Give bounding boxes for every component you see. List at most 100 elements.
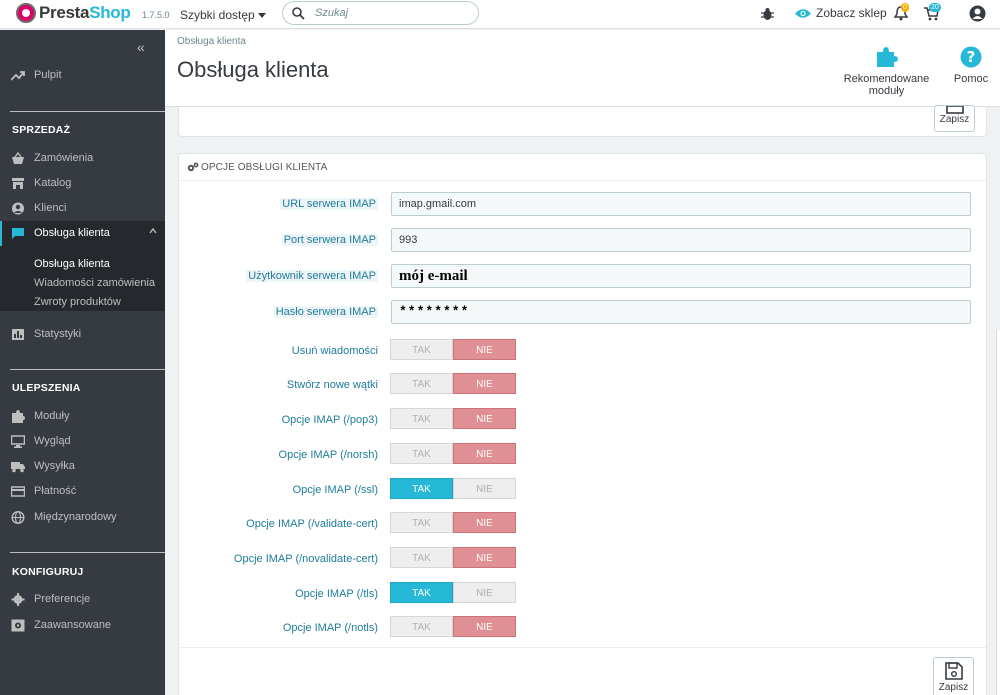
sidebar-item-label: Preferencje bbox=[34, 593, 91, 605]
help-button[interactable]: ? Pomoc bbox=[953, 46, 989, 85]
collapse-sidebar-icon[interactable]: « bbox=[137, 39, 145, 55]
credit-card-icon bbox=[11, 486, 25, 497]
sidebar-item-label: Wysyłka bbox=[34, 460, 75, 472]
create-threads-switch[interactable]: TAK NIE bbox=[390, 373, 517, 394]
help-icon: ? bbox=[960, 46, 982, 68]
switch-no-option[interactable]: NIE bbox=[453, 373, 516, 394]
sidebar-item-orders[interactable]: Zamówienia bbox=[0, 146, 165, 171]
imap-pop3-switch[interactable]: TAK NIE bbox=[390, 408, 517, 429]
quick-access-dropdown[interactable]: Szybki dostęp bbox=[180, 8, 266, 22]
imap-url-input[interactable]: imap.gmail.com bbox=[391, 192, 971, 216]
puzzle-icon bbox=[876, 47, 898, 67]
user-account-icon[interactable] bbox=[969, 5, 986, 22]
previous-panel-footer: Zapisz bbox=[178, 105, 987, 137]
switch-yes-option[interactable]: TAK bbox=[390, 373, 453, 394]
caret-down-icon bbox=[257, 13, 266, 19]
switch-yes-option[interactable]: TAK bbox=[390, 547, 453, 568]
field-label: Użytkownik serwera IMAP bbox=[246, 270, 378, 282]
search-box[interactable] bbox=[282, 1, 479, 25]
imap-user-input[interactable]: mój e-mail bbox=[391, 264, 971, 288]
sidebar-item-international[interactable]: Międzynarodowy bbox=[0, 505, 165, 530]
search-input[interactable] bbox=[315, 5, 465, 21]
switch-no-option[interactable]: NIE bbox=[453, 547, 516, 568]
submenu-item-customer-service[interactable]: Obsługa klienta bbox=[34, 258, 110, 270]
sidebar-item-shipping[interactable]: Wysyłka bbox=[0, 454, 165, 479]
switch-yes-option[interactable]: TAK bbox=[390, 478, 453, 499]
submenu-item-order-messages[interactable]: Wiadomości zamówienia bbox=[34, 277, 155, 289]
imap-validate-cert-switch[interactable]: TAK NIE bbox=[390, 512, 517, 533]
switch-no-option[interactable]: NIE bbox=[453, 443, 516, 464]
bar-chart-icon bbox=[12, 329, 24, 340]
store-icon bbox=[12, 178, 24, 189]
switch-no-option[interactable]: NIE bbox=[453, 408, 516, 429]
truck-icon bbox=[11, 462, 25, 473]
notifications-badge: 0 bbox=[901, 3, 909, 12]
imap-password-input[interactable]: ******** bbox=[391, 300, 971, 324]
cogs-icon bbox=[187, 162, 199, 172]
imap-port-input[interactable]: 993 bbox=[391, 228, 971, 252]
switch-label: Opcje IMAP (/norsh) bbox=[278, 449, 378, 461]
switch-yes-option[interactable]: TAK bbox=[390, 339, 453, 360]
save-button[interactable]: Zapisz bbox=[933, 657, 974, 695]
delete-messages-switch[interactable]: TAK NIE bbox=[390, 339, 517, 360]
sidebar-item-label: Pulpit bbox=[34, 69, 62, 81]
account-circle-icon bbox=[12, 202, 24, 215]
submenu-item-merchandise-returns[interactable]: Zwroty produktów bbox=[34, 296, 121, 308]
switch-yes-option[interactable]: TAK bbox=[390, 408, 453, 429]
sidebar-item-customer-service[interactable]: Obsługa klienta bbox=[0, 221, 165, 246]
sidebar-item-design[interactable]: Wygląd bbox=[0, 429, 165, 454]
submenu-customer-service: Obsługa klienta Wiadomości zamówienia Zw… bbox=[0, 246, 165, 311]
form-row-imap-validate-cert: Opcje IMAP (/validate-cert) TAK NIE bbox=[179, 512, 986, 536]
quick-access-label: Szybki dostęp bbox=[180, 8, 255, 22]
debug-bug-icon[interactable] bbox=[761, 7, 774, 21]
form-row-imap-norsh: Opcje IMAP (/norsh) TAK NIE bbox=[179, 443, 986, 467]
sidebar-item-dashboard[interactable]: Pulpit bbox=[0, 63, 165, 88]
sidebar-item-advanced[interactable]: Zaawansowane bbox=[0, 613, 165, 638]
sidebar-item-modules[interactable]: Moduły bbox=[0, 404, 165, 429]
section-heading-improve: ULEPSZENIA bbox=[12, 382, 81, 394]
sidebar-item-label: Klienci bbox=[34, 202, 67, 214]
section-heading-sell: SPRZEDAŻ bbox=[12, 124, 71, 136]
sidebar-item-preferences[interactable]: Preferencje bbox=[0, 587, 165, 612]
switch-no-option[interactable]: NIE bbox=[453, 582, 516, 603]
form-row-imap-pop3: Opcje IMAP (/pop3) TAK NIE bbox=[179, 408, 986, 432]
sidebar-item-payment[interactable]: Płatność bbox=[0, 479, 165, 504]
form-row-imap-port: Port serwera IMAP 993 bbox=[179, 228, 986, 252]
switch-yes-option[interactable]: TAK bbox=[390, 582, 453, 603]
imap-novalidate-cert-switch[interactable]: TAK NIE bbox=[390, 547, 517, 568]
imap-notls-switch[interactable]: TAK NIE bbox=[390, 616, 517, 637]
version-label: 1.7.5.0 bbox=[142, 10, 170, 20]
sidebar: « Pulpit SPRZEDAŻ Zamówienia Katalog Kli… bbox=[0, 30, 165, 695]
sidebar-item-label: Zamówienia bbox=[34, 152, 94, 164]
panel-heading: OPCJE OBSŁUGI KLIENTA bbox=[179, 154, 986, 181]
view-shop-link[interactable]: Zobacz sklep bbox=[795, 6, 887, 20]
orders-badge: 20 bbox=[929, 3, 941, 12]
recommended-modules-button[interactable]: Rekomendowane moduły bbox=[829, 46, 944, 97]
switch-no-option[interactable]: NIE bbox=[453, 339, 516, 360]
switch-yes-option[interactable]: TAK bbox=[390, 512, 453, 533]
switch-yes-option[interactable]: TAK bbox=[390, 443, 453, 464]
sidebar-item-customers[interactable]: Klienci bbox=[0, 196, 165, 221]
recommended-modules-label: Rekomendowane moduły bbox=[843, 73, 930, 97]
save-button-top[interactable]: Zapisz bbox=[934, 105, 975, 132]
switch-no-option[interactable]: NIE bbox=[453, 478, 516, 499]
imap-norsh-switch[interactable]: TAK NIE bbox=[390, 443, 517, 464]
sidebar-item-label: Zaawansowane bbox=[34, 619, 112, 631]
form-row-imap-user: Użytkownik serwera IMAP mój e-mail bbox=[179, 264, 986, 288]
logo-text-shop: Shop bbox=[89, 3, 131, 22]
imap-tls-switch[interactable]: TAK NIE bbox=[390, 582, 517, 603]
breadcrumb[interactable]: Obsługa klienta bbox=[177, 36, 246, 47]
switch-no-option[interactable]: NIE bbox=[453, 616, 516, 637]
switch-label: Usuń wiadomości bbox=[291, 345, 378, 357]
prestashop-logo[interactable]: PrestaShop bbox=[16, 3, 131, 23]
form-row-imap-tls: Opcje IMAP (/tls) TAK NIE bbox=[179, 582, 986, 606]
sidebar-item-catalog[interactable]: Katalog bbox=[0, 171, 165, 196]
save-label: Zapisz bbox=[939, 114, 970, 125]
chat-icon bbox=[12, 228, 24, 239]
help-label: Pomoc bbox=[953, 73, 989, 85]
switch-no-option[interactable]: NIE bbox=[453, 512, 516, 533]
imap-ssl-switch[interactable]: TAK NIE bbox=[390, 478, 517, 499]
switch-yes-option[interactable]: TAK bbox=[390, 616, 453, 637]
sidebar-item-stats[interactable]: Statystyki bbox=[0, 322, 165, 347]
field-label: Port serwera IMAP bbox=[281, 234, 378, 246]
